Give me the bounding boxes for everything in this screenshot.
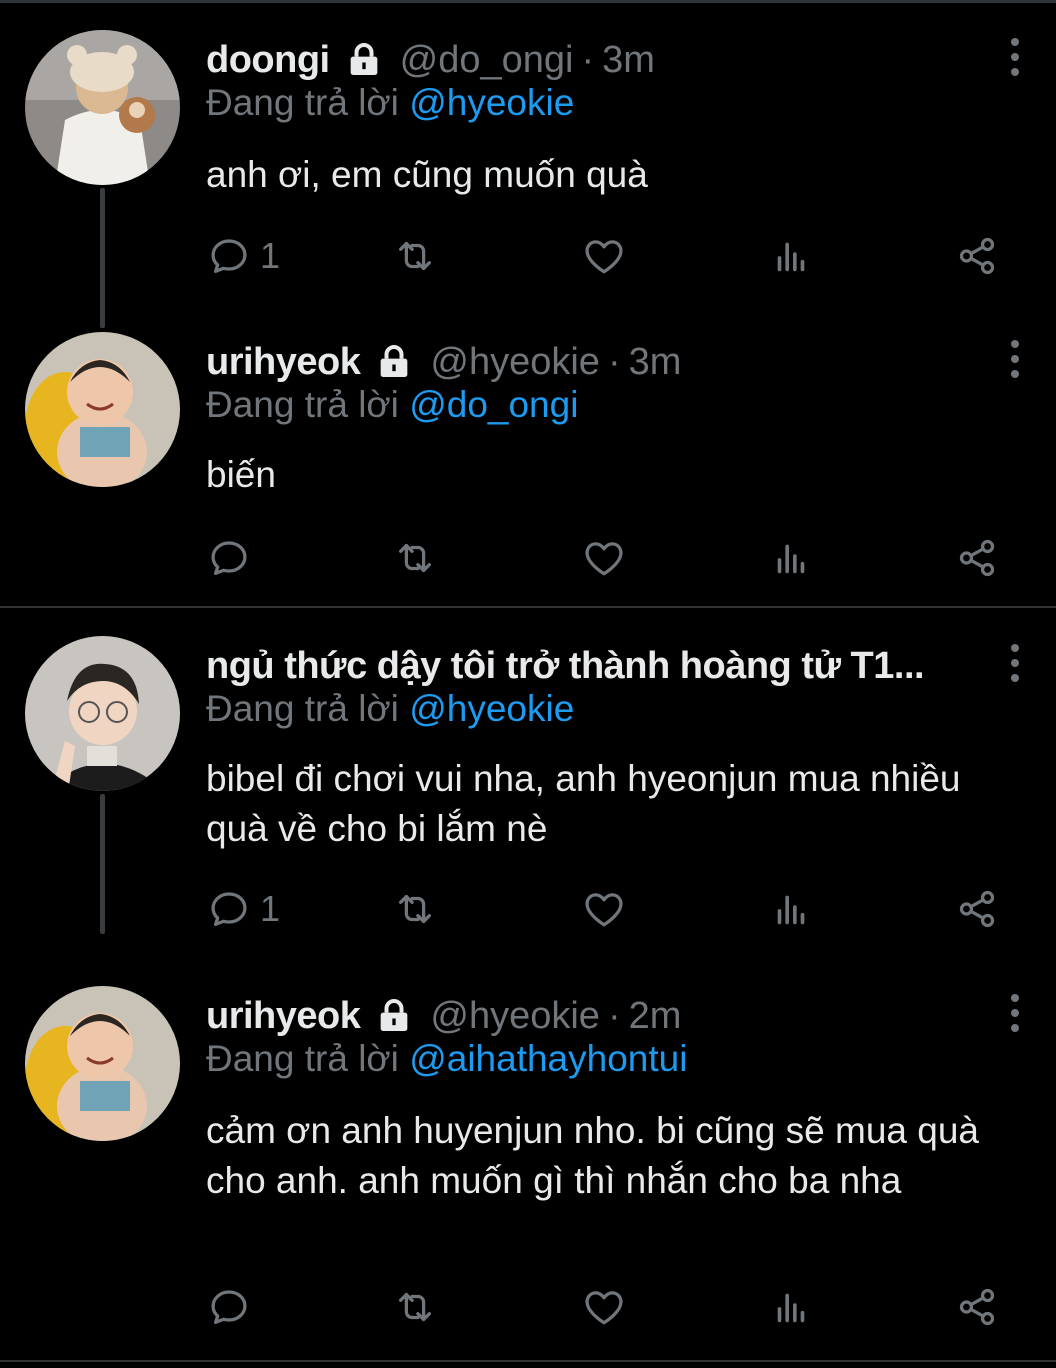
mention-link[interactable]: @hyeokie: [409, 82, 574, 123]
share-icon: [954, 535, 1000, 581]
display-name[interactable]: urihyeok: [206, 995, 361, 1038]
action-bar: [206, 535, 1006, 585]
share-button[interactable]: [954, 1284, 1000, 1330]
replying-to-label: Đang trả lời: [206, 82, 399, 123]
share-button[interactable]: [954, 535, 1000, 581]
reply-button[interactable]: 1: [206, 886, 280, 932]
replying-to: Đang trả lời @do_ongi: [206, 384, 578, 426]
retweet-button[interactable]: [392, 1284, 438, 1330]
reply-button[interactable]: 1: [206, 233, 280, 279]
top-border: [0, 0, 1056, 3]
mention-link[interactable]: @hyeokie: [409, 688, 574, 729]
share-button[interactable]: [954, 233, 1000, 279]
thread-divider: [0, 606, 1056, 608]
tweet-header: urihyeok @hyeokie · 3m: [206, 332, 681, 392]
like-icon: [581, 535, 627, 581]
more-icon[interactable]: [1004, 640, 1026, 684]
share-icon: [954, 1284, 1000, 1330]
reply-button[interactable]: [206, 535, 260, 581]
bottom-divider: [0, 1360, 1056, 1362]
like-icon: [581, 1284, 627, 1330]
views-button[interactable]: [768, 233, 814, 279]
avatar[interactable]: [25, 332, 180, 487]
handle[interactable]: @do_ongi: [400, 39, 574, 82]
reply-count: 1: [260, 888, 281, 929]
handle[interactable]: @hyeokie: [430, 995, 600, 1038]
tweet-text: anh ơi, em cũng muốn quà: [206, 154, 648, 195]
tweet-text: biến: [206, 454, 276, 495]
retweet-icon: [392, 233, 438, 279]
more-icon[interactable]: [1004, 336, 1026, 380]
more-icon[interactable]: [1004, 990, 1026, 1034]
more-icon[interactable]: [1004, 34, 1026, 78]
reply-icon: [206, 535, 252, 581]
lock-icon: [344, 40, 384, 80]
action-bar: 1: [206, 233, 1006, 283]
retweet-icon: [392, 1284, 438, 1330]
replying-to-label: Đang trả lời: [206, 1038, 399, 1079]
thread-line: [100, 794, 105, 934]
avatar[interactable]: [25, 636, 180, 791]
replying-to: Đang trả lời @hyeokie: [206, 82, 574, 124]
reply-count: 1: [260, 235, 281, 276]
retweet-button[interactable]: [392, 233, 438, 279]
avatar[interactable]: [25, 30, 180, 185]
timestamp[interactable]: 3m: [602, 39, 655, 82]
retweet-icon: [392, 886, 438, 932]
reply-icon: [206, 886, 252, 932]
replying-to: Đang trả lời @aihathayhontui: [206, 1038, 687, 1080]
thread-line: [100, 188, 105, 328]
replying-to: Đang trả lời @hyeokie: [206, 688, 574, 730]
separator-dot: ·: [607, 994, 621, 1037]
tweet-text: cảm ơn anh huyenjun nho. bi cũng sẽ mua …: [206, 1110, 980, 1201]
views-button[interactable]: [768, 1284, 814, 1330]
like-icon: [581, 886, 627, 932]
replying-to-label: Đang trả lời: [206, 384, 399, 425]
display-name[interactable]: doongi: [206, 39, 330, 82]
share-icon: [954, 233, 1000, 279]
share-button[interactable]: [954, 886, 1000, 932]
like-button[interactable]: [581, 535, 627, 581]
timestamp[interactable]: 2m: [629, 995, 682, 1038]
like-button[interactable]: [581, 233, 627, 279]
views-icon: [768, 233, 814, 279]
retweet-button[interactable]: [392, 535, 438, 581]
reply-icon: [206, 233, 252, 279]
display-name[interactable]: ngủ thức dậy tôi trở thành hoàng tử T1..…: [206, 645, 925, 688]
tweet-header: doongi @do_ongi · 3m: [206, 30, 655, 90]
reply-button[interactable]: [206, 1284, 260, 1330]
tweet-text: bibel đi chơi vui nha, anh hyeonjun mua …: [206, 758, 961, 849]
tweet-header: urihyeok @hyeokie · 2m: [206, 986, 681, 1046]
action-bar: [206, 1284, 1006, 1334]
lock-icon: [374, 996, 414, 1036]
tweet-header: ngủ thức dậy tôi trở thành hoàng tử T1..…: [206, 636, 925, 696]
retweet-icon: [392, 535, 438, 581]
timestamp[interactable]: 3m: [629, 341, 682, 384]
separator-dot: ·: [581, 38, 595, 81]
views-icon: [768, 1284, 814, 1330]
separator-dot: ·: [607, 340, 621, 383]
views-icon: [768, 886, 814, 932]
action-bar: 1: [206, 886, 1006, 936]
replying-to-label: Đang trả lời: [206, 688, 399, 729]
retweet-button[interactable]: [392, 886, 438, 932]
views-icon: [768, 535, 814, 581]
mention-link[interactable]: @do_ongi: [409, 384, 578, 425]
share-icon: [954, 886, 1000, 932]
like-icon: [581, 233, 627, 279]
display-name[interactable]: urihyeok: [206, 341, 361, 384]
like-button[interactable]: [581, 886, 627, 932]
handle[interactable]: @hyeokie: [430, 341, 600, 384]
views-button[interactable]: [768, 886, 814, 932]
views-button[interactable]: [768, 535, 814, 581]
like-button[interactable]: [581, 1284, 627, 1330]
avatar[interactable]: [25, 986, 180, 1141]
lock-icon: [374, 342, 414, 382]
reply-icon: [206, 1284, 252, 1330]
mention-link[interactable]: @aihathayhontui: [409, 1038, 687, 1079]
